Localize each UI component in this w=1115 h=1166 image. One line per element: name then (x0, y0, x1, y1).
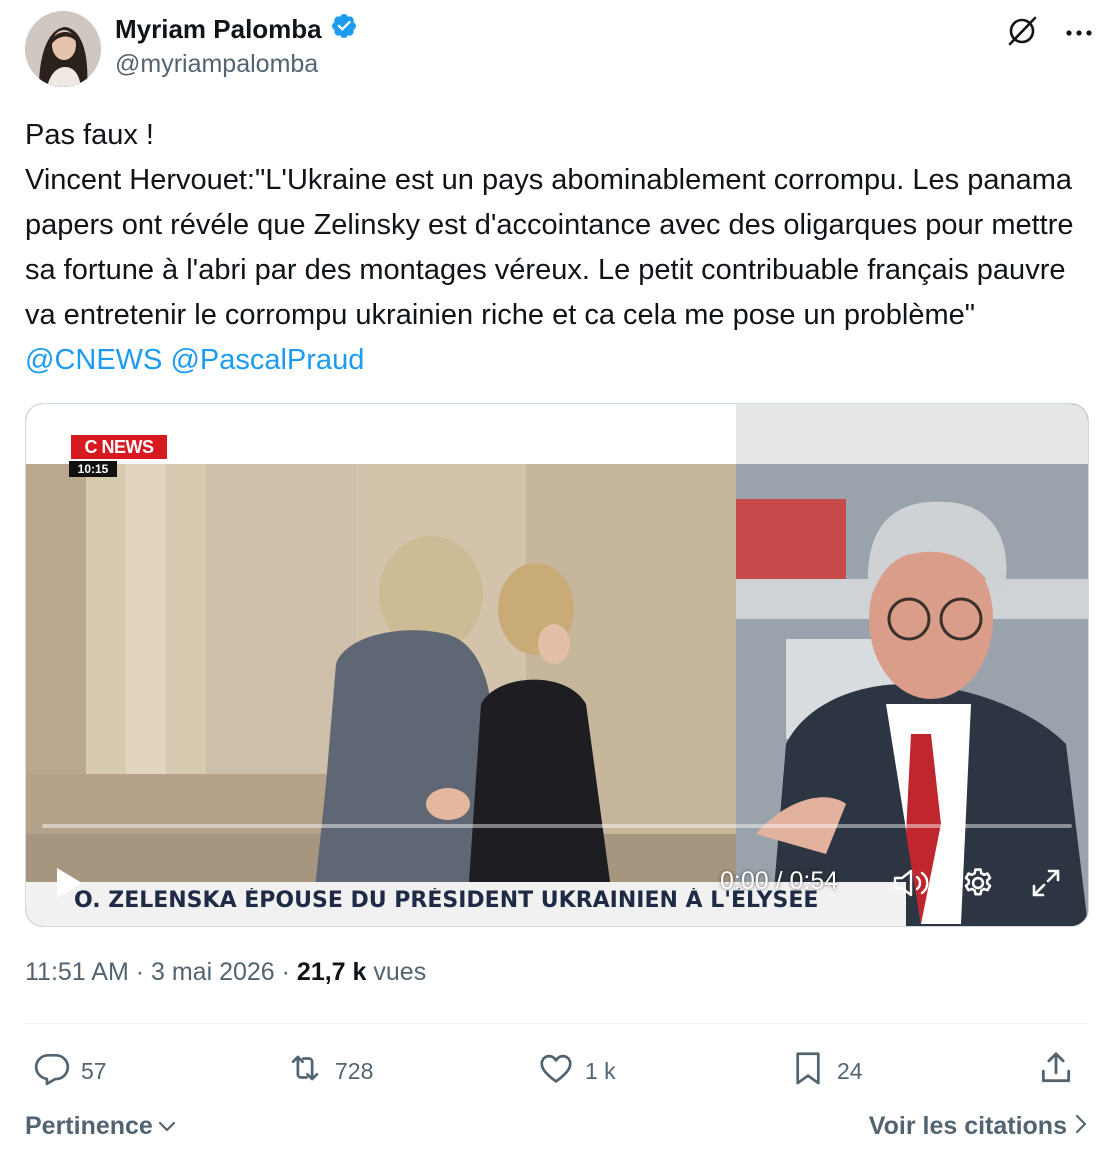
mention-cnews[interactable]: @CNEWS (25, 344, 162, 376)
views-count: 21,7 k (296, 958, 367, 986)
divider (25, 1023, 1087, 1024)
video-frame (26, 404, 1088, 926)
bookmark-button[interactable]: 24 (789, 1045, 863, 1097)
repost-button[interactable]: 728 (285, 1045, 373, 1097)
share-icon (1037, 1048, 1075, 1094)
repost-icon (285, 1049, 325, 1093)
tweet-meta: 11:51 AM · 3 mai 2026 · 21,7 k vues (25, 958, 426, 987)
tweet-date[interactable]: 3 mai 2026 (151, 958, 275, 986)
heart-icon (537, 1049, 575, 1093)
view-quotes-label: Voir les citations (868, 1112, 1067, 1140)
like-count: 1 k (585, 1057, 616, 1084)
broadcast-clock-text: 10:15 (77, 462, 109, 476)
reply-button[interactable]: 57 (33, 1045, 107, 1097)
avatar-image (25, 11, 101, 87)
fullscreen-icon[interactable] (1030, 867, 1062, 904)
meta-separator: · (274, 958, 297, 986)
play-icon[interactable] (54, 866, 84, 905)
tweet-actions: 57 728 1 k 24 (25, 1045, 1087, 1097)
tweet-body: Vincent Hervouet:"L'Ukraine est un pays … (25, 164, 1074, 331)
reply-count: 57 (81, 1057, 107, 1084)
chevron-down-icon (157, 1112, 177, 1141)
tweet-line-1: Pas faux ! (25, 119, 154, 151)
video-progress-track[interactable] (42, 824, 1072, 828)
cnews-logo: C NEWS (69, 433, 169, 461)
bookmark-icon (789, 1048, 827, 1094)
volume-icon[interactable] (892, 867, 932, 904)
settings-gear-icon[interactable] (961, 866, 995, 905)
lower-third-text: O. ZELENSKA ÉPOUSE DU PRÉSIDENT UKRAINIE… (74, 888, 819, 913)
share-button[interactable] (1037, 1045, 1075, 1097)
sort-dropdown[interactable]: Pertinence (25, 1112, 177, 1141)
sort-label: Pertinence (25, 1112, 153, 1140)
meta-separator: · (128, 958, 151, 986)
cnews-logo-text: C NEWS (84, 436, 155, 457)
view-quotes-link[interactable]: Voir les citations (869, 1112, 1087, 1141)
mention-pascalpraud[interactable]: @PascalPraud (170, 344, 364, 376)
author-handle[interactable]: @myriampalomba (115, 50, 318, 79)
reply-icon (33, 1049, 71, 1093)
repost-count: 728 (335, 1057, 374, 1084)
bookmark-count: 24 (837, 1057, 863, 1084)
grok-icon[interactable] (1005, 14, 1039, 53)
more-icon[interactable] (1065, 25, 1093, 43)
tweet-text: Pas faux ! Vincent Hervouet:"L'Ukraine e… (25, 113, 1095, 383)
like-button[interactable]: 1 k (537, 1045, 616, 1097)
tweet-header-actions (1005, 14, 1093, 53)
video-time: 0:00 / 0:54 (720, 867, 839, 895)
views-label: vues (366, 958, 427, 986)
author-name-row[interactable]: Myriam Palomba (115, 12, 358, 47)
tweet-body-paragraph: Vincent Hervouet:"L'Ukraine est un pays … (25, 158, 1095, 383)
avatar[interactable] (25, 11, 101, 87)
verified-badge-icon (330, 12, 358, 47)
video-player[interactable]: C NEWS 10:15 O. ZELENSKA ÉPOUSE DU PRÉSI… (25, 403, 1089, 927)
chevron-right-icon (1075, 1112, 1087, 1141)
broadcast-clock: 10:15 (69, 461, 117, 477)
tweet-time[interactable]: 11:51 AM (25, 958, 129, 986)
author-name[interactable]: Myriam Palomba (115, 14, 322, 45)
